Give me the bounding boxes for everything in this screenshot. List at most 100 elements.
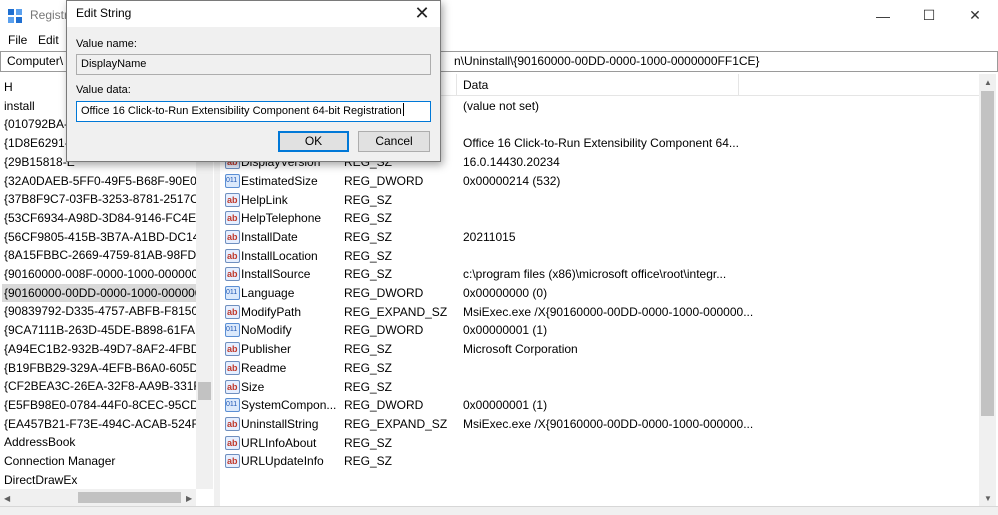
maximize-icon[interactable]: ☐ (906, 0, 952, 31)
column-separator[interactable] (456, 74, 457, 96)
tree-item[interactable]: {9CA7111B-263D-45DE-B898-61FAD3 (4, 321, 210, 339)
value-name: SystemCompon... (241, 398, 337, 413)
value-name: Publisher (241, 342, 292, 357)
value-data: 0x00000214 (532) (463, 173, 561, 188)
value-name: HelpTelephone (241, 211, 322, 226)
value-type: REG_SZ (344, 248, 393, 263)
dialog-title-bar: Edit String ✕ (67, 1, 440, 27)
value-name: InstallSource (241, 267, 311, 282)
list-row[interactable]: HelpTelephone REG_SZ (220, 209, 960, 227)
tree-horizontal-scroll-thumb[interactable] (78, 492, 181, 503)
dialog-title: Edit String (76, 6, 132, 20)
binary-value-icon (225, 321, 240, 339)
minimize-icon[interactable]: — (860, 0, 906, 31)
edit-string-dialog: Edit String ✕ Value name: DisplayName Va… (66, 0, 441, 162)
string-value-icon (225, 209, 240, 227)
string-value-icon (225, 340, 240, 358)
tree-item[interactable]: {29B15818-E (4, 153, 75, 171)
cancel-button[interactable]: Cancel (358, 131, 430, 152)
value-data: c:\program files (x86)\microsoft office\… (463, 267, 727, 282)
tree-item[interactable]: H (4, 78, 13, 96)
value-name-field[interactable]: DisplayName (76, 54, 431, 75)
string-value-icon (225, 359, 240, 377)
list-row[interactable]: URLUpdateInfo REG_SZ (220, 452, 960, 470)
string-value-icon (225, 228, 240, 246)
column-separator[interactable] (738, 74, 739, 96)
tree-item[interactable]: install (4, 97, 35, 115)
list-row[interactable]: Publisher REG_SZ Microsoft Corporation (220, 340, 960, 358)
list-row[interactable]: EstimatedSize REG_DWORD 0x00000214 (532) (220, 172, 960, 190)
registry-editor-app-icon (8, 9, 22, 23)
tree-item[interactable]: {53CF6934-A98D-3D84-9146-FC4EDF (4, 209, 212, 227)
list-row[interactable]: InstallSource REG_SZ c:\program files (x86… (220, 265, 960, 283)
value-type: REG_SZ (344, 454, 393, 469)
tree-vertical-scroll-thumb[interactable] (198, 382, 211, 400)
scroll-right-arrow-icon[interactable]: ▶ (186, 494, 192, 503)
value-name: InstallLocation (241, 248, 318, 263)
list-row[interactable]: InstallLocation REG_SZ (220, 247, 960, 265)
value-name: UninstallString (241, 416, 319, 431)
tree-item[interactable]: {A94EC1B2-932B-49D7-8AF2-4FBD29 (4, 340, 213, 358)
value-name: Readme (241, 360, 287, 375)
window-title: Registr (30, 8, 69, 22)
address-path-end: n\Uninstall\{90160000-00DD-0000-1000-000… (454, 54, 760, 68)
tree-item[interactable]: {EA457B21-F73E-494C-ACAB-524FDE (4, 415, 213, 433)
list-row[interactable]: UninstallString REG_EXPAND_SZ MsiExec.exe … (220, 415, 960, 433)
tree-item[interactable]: {010792BA-5 (4, 115, 75, 133)
close-icon[interactable]: ✕ (952, 0, 998, 31)
value-name: ModifyPath (241, 304, 302, 319)
scroll-up-arrow-icon[interactable]: ▲ (984, 78, 992, 87)
tree-item[interactable]: {56CF9805-415B-3B7A-A1BD-DC14F7 (4, 228, 213, 246)
value-type: REG_SZ (344, 192, 393, 207)
close-icon[interactable]: ✕ (407, 2, 437, 26)
tree-item[interactable]: DirectDrawEx (4, 471, 77, 489)
value-data: 20211015 (463, 229, 516, 244)
tree-item[interactable]: {37B8F9C7-03FB-3253-8781-2517C99 (4, 190, 212, 208)
list-row[interactable]: NoModify REG_DWORD 0x00000001 (1) (220, 321, 960, 339)
list-row[interactable]: Readme REG_SZ (220, 359, 960, 377)
binary-value-icon (225, 396, 240, 414)
tree-item[interactable]: {90160000-008F-0000-1000-0000000F (4, 265, 212, 283)
scroll-left-arrow-icon[interactable]: ◀ (4, 494, 10, 503)
value-data: Office 16 Click-to-Run Extensibility Com… (463, 136, 739, 151)
ok-button[interactable]: OK (278, 131, 349, 152)
tree-item[interactable]: Connection Manager (4, 452, 115, 470)
list-row[interactable]: Size REG_SZ (220, 378, 960, 396)
value-name: URLInfoAbout (241, 435, 317, 450)
list-row[interactable]: ModifyPath REG_EXPAND_SZ MsiExec.exe /X{90… (220, 303, 960, 321)
value-data: MsiExec.exe /X{90160000-00DD-0000-1000-0… (463, 304, 754, 319)
tree-item[interactable]: {90160000-00DD-0000-1000-0000000F (2, 283, 213, 302)
tree-item[interactable]: {E5FB98E0-0784-44F0-8CEC-95CD469 (4, 396, 213, 414)
string-value-icon (225, 434, 240, 452)
menu-edit[interactable]: Edit (38, 33, 59, 47)
menu-file[interactable]: File (8, 33, 27, 47)
tree-item[interactable]: {90839792-D335-4757-ABFB-F81506A (4, 302, 213, 320)
list-row[interactable]: SystemCompon... REG_DWORD 0x00000001 (1) (220, 396, 960, 414)
value-type: REG_SZ (344, 342, 393, 357)
value-type: REG_SZ (344, 267, 393, 282)
column-header-data[interactable]: Data (463, 78, 488, 92)
value-data: (value not set) (463, 99, 540, 113)
tree-item[interactable]: {CF2BEA3C-26EA-32F8-AA9B-331F7E (4, 377, 213, 395)
value-name: Language (241, 286, 295, 300)
scroll-down-arrow-icon[interactable]: ▼ (984, 494, 992, 503)
value-name: InstallDate (241, 229, 298, 244)
tree-item[interactable]: AddressBook (4, 433, 75, 451)
value-type: REG_SZ (344, 435, 393, 450)
string-value-icon (225, 191, 240, 209)
list-row[interactable]: HelpLink REG_SZ (220, 191, 960, 209)
list-row[interactable]: Language REG_DWORD 0x00000000 (0) (220, 284, 960, 302)
list-vertical-scroll-thumb[interactable] (981, 91, 994, 416)
value-type: REG_EXPAND_SZ (344, 416, 448, 431)
value-name: HelpLink (241, 192, 288, 207)
list-row[interactable]: InstallDate REG_SZ 20211015 (220, 228, 960, 246)
string-value-icon (225, 378, 240, 396)
binary-value-icon (225, 284, 240, 302)
tree-item[interactable]: {32A0DAEB-5FF0-49F5-B68F-90E0A7F (4, 172, 213, 190)
value-name-label: Value name: (76, 38, 137, 50)
value-type: REG_SZ (344, 229, 393, 244)
list-row[interactable]: URLInfoAbout REG_SZ (220, 434, 960, 452)
tree-item[interactable]: {B19FBB29-329A-4EFB-B6A0-605DD1 (4, 359, 213, 377)
value-data-field[interactable]: Office 16 Click-to-Run Extensibility Com… (76, 101, 431, 122)
tree-item[interactable]: {8A15FBBC-2669-4759-81AB-98FD34 (4, 246, 209, 264)
